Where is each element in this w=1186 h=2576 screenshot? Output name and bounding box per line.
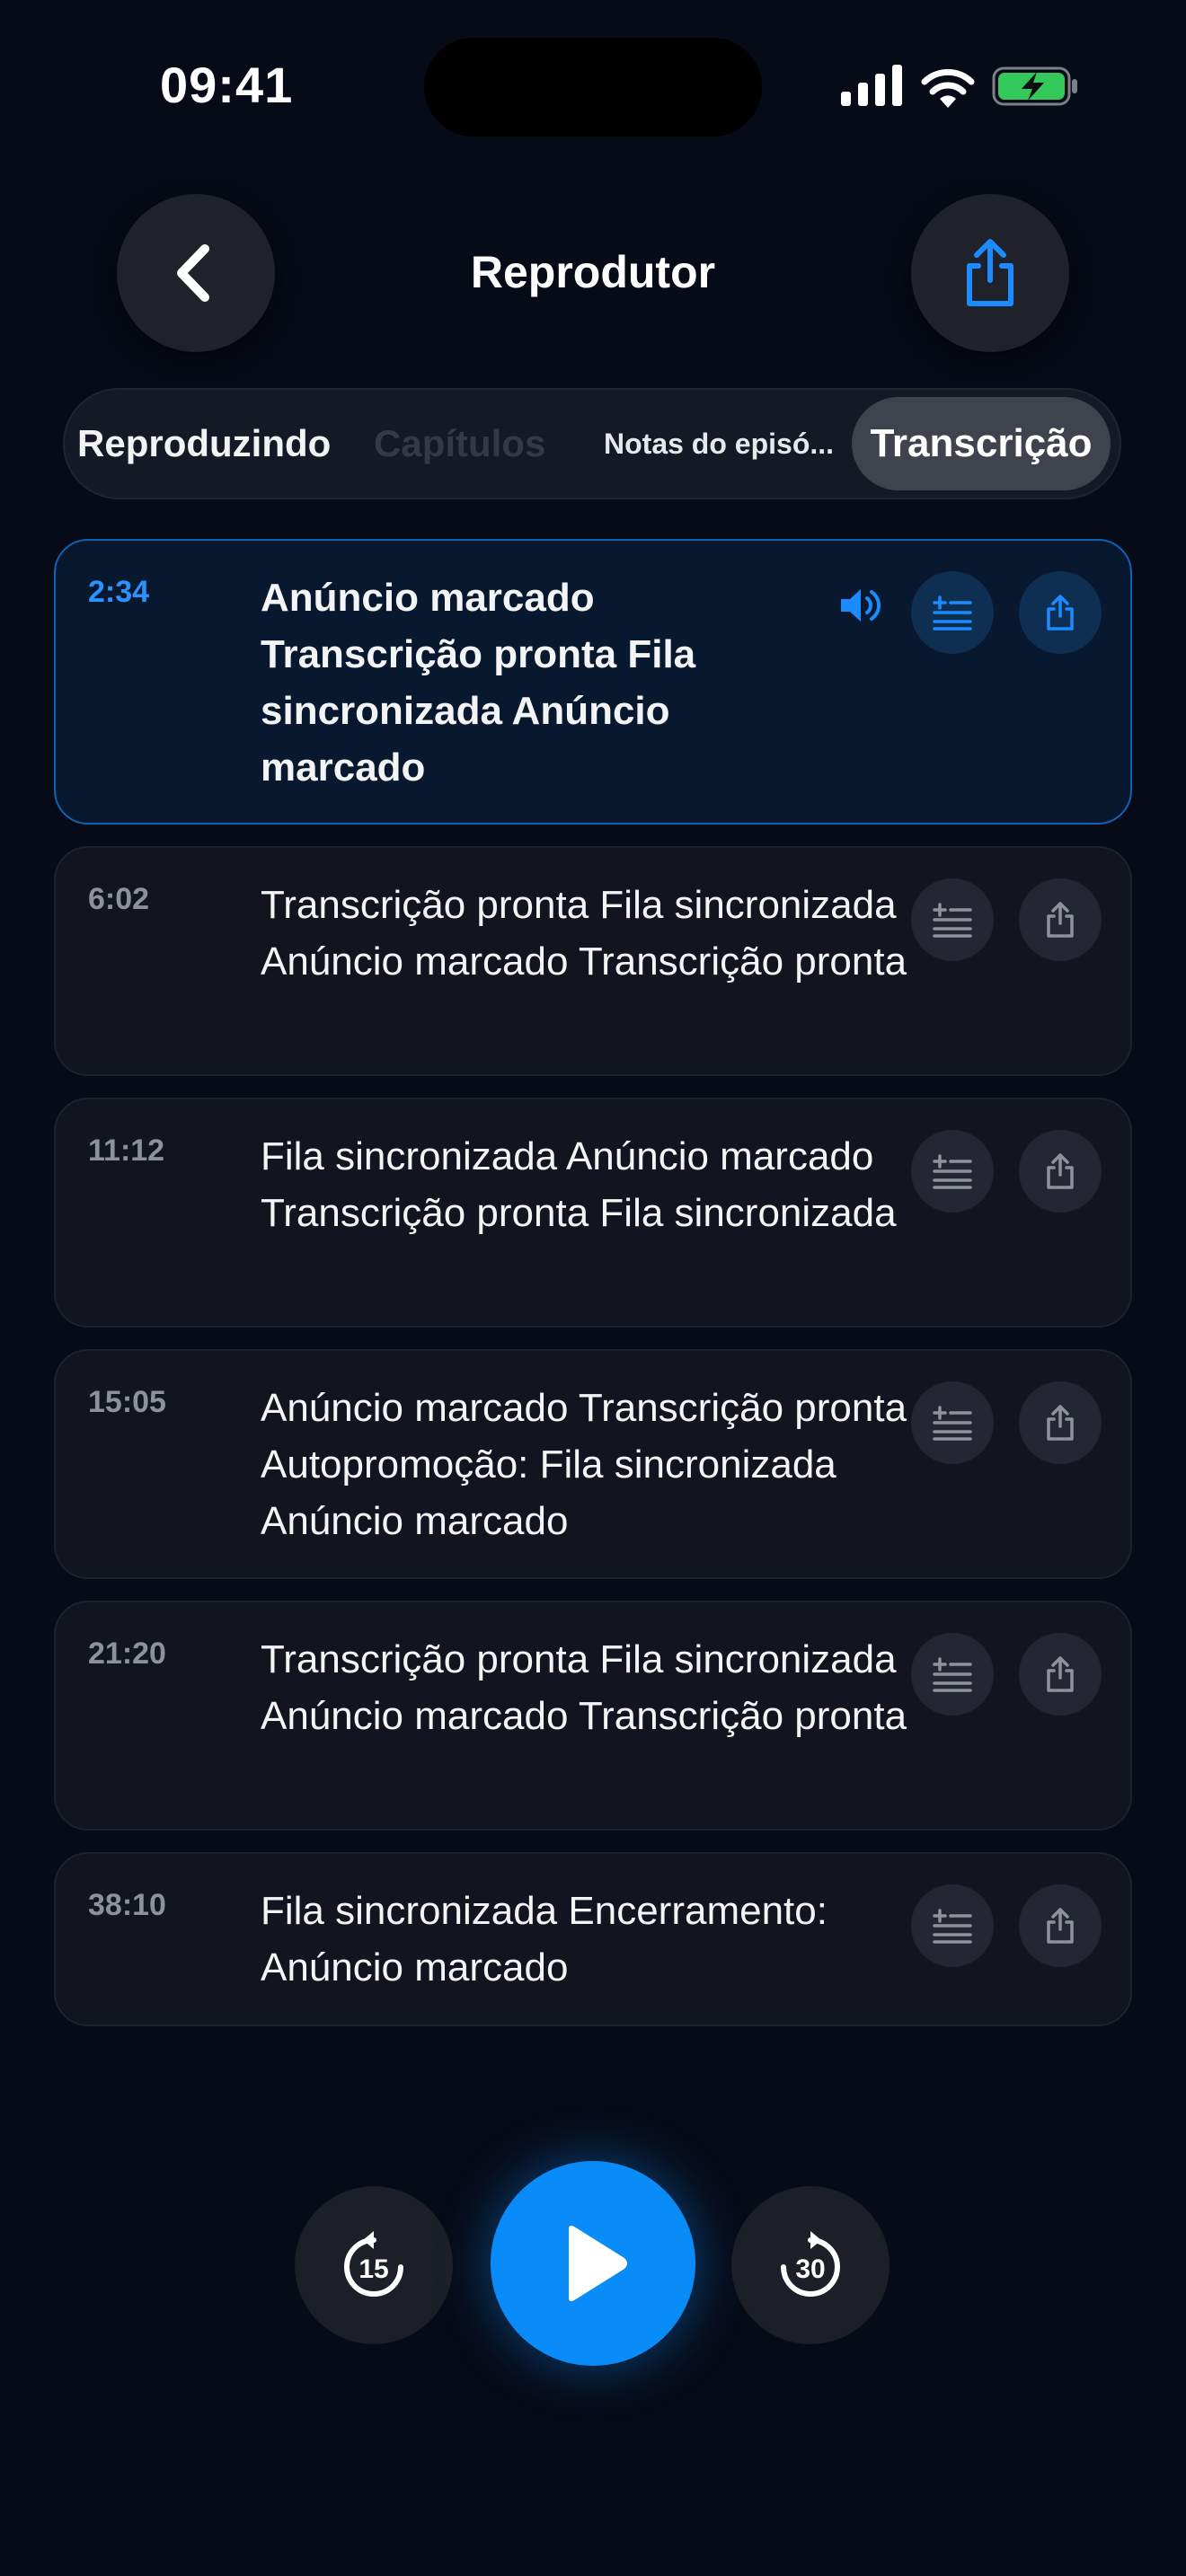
- add-to-queue-icon: [933, 1406, 972, 1441]
- wifi-icon: [921, 68, 975, 108]
- transcript-timestamp[interactable]: 21:20: [88, 1636, 166, 1672]
- status-bar: 09:41: [0, 0, 1186, 171]
- transcript-row[interactable]: 15:05 Anúncio marcado Transcrição pronta…: [54, 1349, 1132, 1579]
- play-button[interactable]: [491, 2161, 695, 2366]
- add-to-queue-icon: [933, 1154, 972, 1189]
- tab-bar: Reproduzindo Capítulos Notas do episó...…: [63, 388, 1121, 499]
- share-icon: [1047, 1656, 1074, 1692]
- share-button[interactable]: [911, 194, 1069, 352]
- transcript-row[interactable]: 11:12 Fila sincronizada Anúncio marcado …: [54, 1098, 1132, 1328]
- add-to-queue-button[interactable]: [911, 1381, 994, 1464]
- transcript-text: Anúncio marcado Transcrição pronta Autop…: [261, 1386, 907, 1543]
- share-icon: [1047, 1153, 1074, 1189]
- transcript-timestamp[interactable]: 2:34: [88, 575, 149, 610]
- add-to-queue-button[interactable]: [911, 571, 994, 654]
- transcript-row[interactable]: 6:02 Transcrição pronta Fila sincronizad…: [54, 846, 1132, 1076]
- tab-reproduzindo[interactable]: Reproduzindo: [77, 390, 331, 498]
- speaker-icon: [841, 589, 881, 622]
- transcript-row[interactable]: 2:34 Anúncio marcado Transcrição pronta …: [54, 539, 1132, 825]
- skip-back-icon: 15: [344, 2231, 403, 2297]
- skip-forward-seconds: 30: [795, 2254, 825, 2284]
- add-to-queue-icon: [933, 1909, 972, 1944]
- transcript-text: Fila sincronizada Anúncio marcado Transc…: [261, 1134, 897, 1235]
- transcript-timestamp[interactable]: 6:02: [88, 882, 149, 917]
- transcript-row[interactable]: 21:20 Transcrição pronta Fila sincroniza…: [54, 1601, 1132, 1831]
- transcript-text: Transcrição pronta Fila sincronizada Anú…: [261, 883, 907, 984]
- share-icon: [967, 239, 1013, 306]
- nav-bar: Reprodutor: [0, 189, 1186, 359]
- add-to-queue-button[interactable]: [911, 1884, 994, 1967]
- status-time: 09:41: [160, 57, 294, 113]
- transcript-text: Fila sincronizada Encerramento: Anúncio …: [261, 1889, 828, 1989]
- share-quote-button[interactable]: [1019, 571, 1102, 654]
- player-controls: 15 30: [0, 2156, 1186, 2371]
- dynamic-island: [424, 38, 762, 137]
- share-icon: [1047, 902, 1074, 938]
- cellular-signal-icon: [841, 65, 902, 106]
- share-quote-button[interactable]: [1019, 878, 1102, 961]
- add-to-queue-icon: [933, 903, 972, 938]
- transcript-timestamp[interactable]: 15:05: [88, 1385, 166, 1420]
- tab-notas-do-episodio[interactable]: Notas do episó...: [604, 390, 834, 498]
- battery-charging-icon: [992, 66, 1077, 106]
- share-icon: [1047, 595, 1074, 631]
- tab-transcricao[interactable]: Transcrição: [852, 397, 1111, 490]
- add-to-queue-button[interactable]: [911, 878, 994, 961]
- skip-forward-icon: 30: [781, 2231, 840, 2297]
- transcript-row[interactable]: 38:10 Fila sincronizada Encerramento: An…: [54, 1852, 1132, 2026]
- play-icon: [569, 2226, 627, 2301]
- tab-capitulos[interactable]: Capítulos: [374, 390, 545, 498]
- add-to-queue-icon: [933, 595, 972, 631]
- share-icon: [1047, 1908, 1074, 1944]
- transcript-timestamp[interactable]: 38:10: [88, 1888, 166, 1923]
- add-to-queue-icon: [933, 1657, 972, 1692]
- add-to-queue-button[interactable]: [911, 1130, 994, 1213]
- add-to-queue-button[interactable]: [911, 1633, 994, 1716]
- skip-back-seconds: 15: [358, 2254, 388, 2284]
- share-quote-button[interactable]: [1019, 1633, 1102, 1716]
- skip-back-button[interactable]: 15: [295, 2186, 453, 2344]
- transcript-text: Anúncio marcado Transcrição pronta Fila …: [261, 576, 696, 790]
- share-quote-button[interactable]: [1019, 1381, 1102, 1464]
- skip-forward-button[interactable]: 30: [731, 2186, 890, 2344]
- transcript-text: Transcrição pronta Fila sincronizada Anú…: [261, 1637, 907, 1738]
- share-quote-button[interactable]: [1019, 1884, 1102, 1967]
- share-quote-button[interactable]: [1019, 1130, 1102, 1213]
- transcript-timestamp[interactable]: 11:12: [88, 1134, 164, 1169]
- share-icon: [1047, 1405, 1074, 1441]
